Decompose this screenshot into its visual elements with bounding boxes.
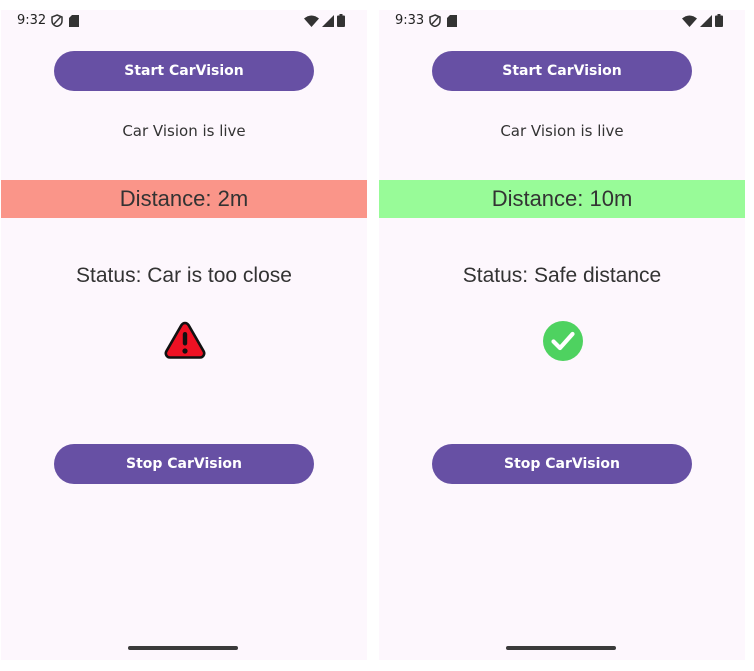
warning-icon [164,321,206,359]
signal-icon [322,14,334,27]
sd-card-icon [69,14,79,27]
status-bar: 9:33 [379,10,745,32]
battery-icon [337,14,345,27]
check-circle-icon [543,321,583,361]
stop-carvision-button[interactable]: Stop CarVision [432,444,692,484]
distance-banner: Distance: 2m [1,180,367,218]
battery-icon [715,14,723,27]
status-time: 9:33 [395,13,425,28]
shield-icon [51,14,63,27]
live-status-label: Car Vision is live [500,122,624,140]
sd-card-icon [447,14,457,27]
home-indicator[interactable] [128,646,238,650]
distance-banner: Distance: 10m [379,180,745,218]
phone-screen-right: 9:33 Start CarVision Car Vision is live … [379,10,745,660]
wifi-icon [682,15,697,27]
status-time: 9:32 [17,13,47,28]
status-label: Status: Car is too close [76,264,292,287]
shield-icon [429,14,441,27]
start-carvision-button[interactable]: Start CarVision [54,51,314,91]
signal-icon [700,14,712,27]
start-carvision-button[interactable]: Start CarVision [432,51,692,91]
stop-carvision-button[interactable]: Stop CarVision [54,444,314,484]
status-bar: 9:32 [1,10,367,32]
phone-screen-left: 9:32 Start CarVision Car Vision is live … [1,10,367,660]
home-indicator[interactable] [506,646,616,650]
wifi-icon [304,15,319,27]
status-label: Status: Safe distance [462,264,662,287]
live-status-label: Car Vision is live [122,122,246,140]
